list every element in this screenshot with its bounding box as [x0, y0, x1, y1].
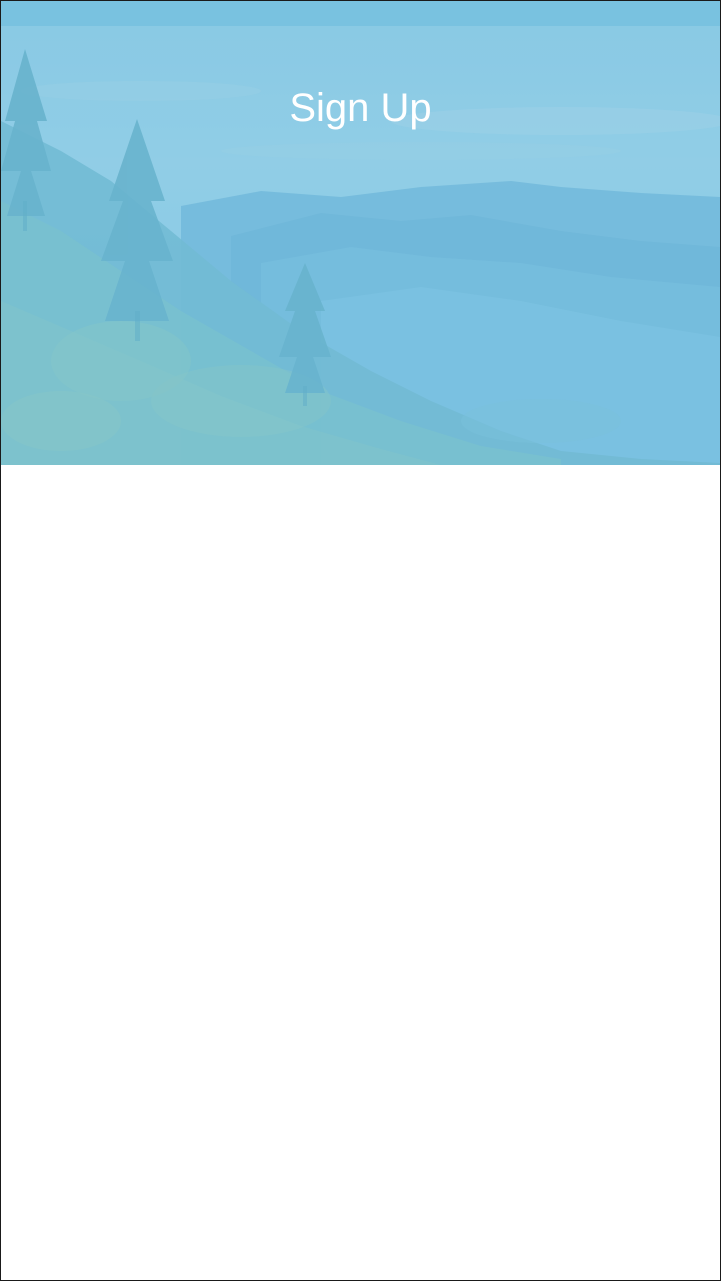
sign-up-screen: Sign Up — [0, 0, 721, 1281]
mountain-landscape-image — [1, 1, 720, 465]
page-title: Sign Up — [289, 86, 432, 130]
header-banner: Sign Up — [1, 1, 720, 465]
status-bar — [1, 1, 720, 26]
form-content-area — [1, 465, 720, 1280]
